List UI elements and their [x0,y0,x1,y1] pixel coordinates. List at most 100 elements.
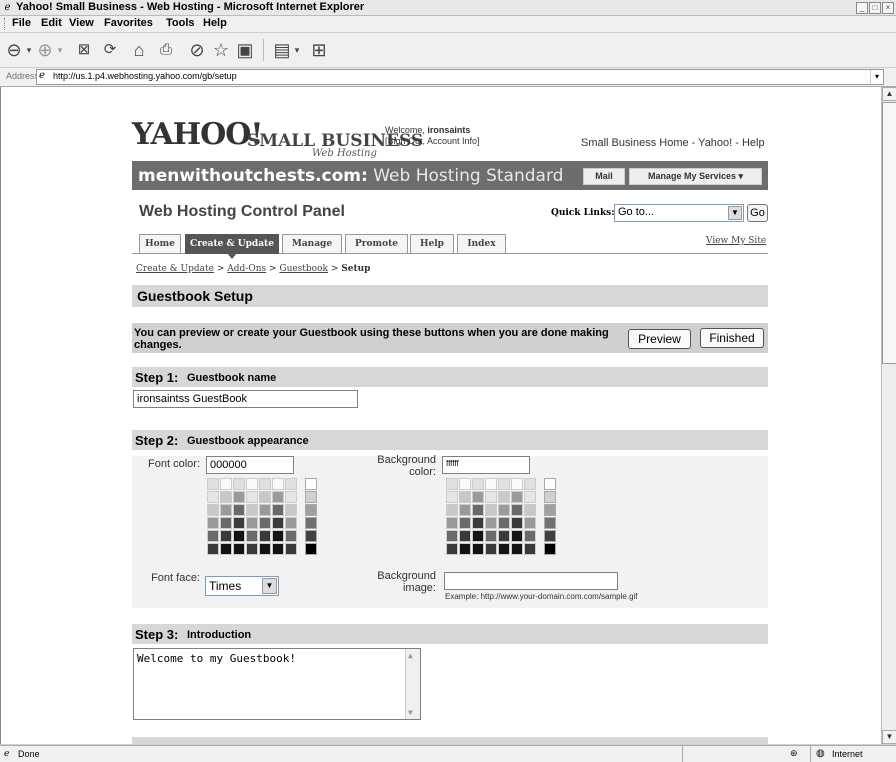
color-swatch[interactable] [207,530,219,542]
color-swatch[interactable] [272,478,284,490]
color-swatch[interactable] [259,504,271,516]
account-links[interactable]: [Sign Out, Account Info] [385,136,480,146]
finished-button[interactable]: Finished [700,328,764,348]
color-swatch[interactable] [511,517,523,529]
scroll-down-icon[interactable]: ▼ [882,730,896,744]
color-swatch[interactable] [207,504,219,516]
gray-swatch[interactable] [544,543,556,555]
color-swatch[interactable] [285,478,297,490]
color-swatch[interactable] [472,491,484,503]
breadcrumb-guestbook[interactable]: Guestbook [279,264,328,274]
manage-services-button[interactable]: Manage My Services ▾ [629,168,762,185]
color-swatch[interactable] [524,504,536,516]
color-swatch[interactable] [524,517,536,529]
menu-help[interactable]: Help [203,17,227,29]
color-swatch[interactable] [498,491,510,503]
color-swatch[interactable] [285,543,297,555]
gray-swatch[interactable] [305,517,317,529]
yahoo-logo[interactable]: YAHOO! [132,117,264,152]
color-swatch[interactable] [446,543,458,555]
color-swatch[interactable] [233,543,245,555]
color-swatch[interactable] [272,530,284,542]
forward-icon[interactable]: ⊕ [36,39,54,61]
color-swatch[interactable] [207,543,219,555]
scroll-thumb[interactable] [882,102,896,364]
color-swatch[interactable] [511,543,523,555]
color-swatch[interactable] [259,517,271,529]
color-swatch[interactable] [220,478,232,490]
background-color-palette[interactable] [446,478,556,555]
color-swatch[interactable] [524,478,536,490]
go-button[interactable]: Go [747,204,768,222]
color-swatch[interactable] [259,543,271,555]
menu-favorites[interactable]: Favorites [104,17,153,29]
color-swatch[interactable] [498,530,510,542]
color-swatch[interactable] [511,504,523,516]
view-my-site-link[interactable]: View My Site [706,236,766,246]
color-swatch[interactable] [233,504,245,516]
color-swatch[interactable] [485,504,497,516]
media-icon[interactable]: ▣ [234,39,256,61]
color-swatch[interactable] [246,504,258,516]
font-face-select[interactable]: Times ▼ [205,576,279,596]
color-swatch[interactable] [485,543,497,555]
gray-swatch[interactable] [544,530,556,542]
print-icon[interactable]: ▤ [272,39,292,61]
stop-icon[interactable]: ⊠ [74,39,94,61]
tab-promote[interactable]: Promote [345,234,408,254]
background-image-input[interactable] [444,572,618,590]
scroll-up-icon[interactable]: ▲ [882,87,896,101]
tab-home[interactable]: Home [139,234,181,254]
color-swatch[interactable] [472,478,484,490]
color-swatch[interactable] [220,491,232,503]
color-swatch[interactable] [511,491,523,503]
gray-swatch[interactable] [305,543,317,555]
top-links[interactable]: Small Business Home - Yahoo! - Help [581,137,765,149]
menu-file[interactable]: File [12,17,31,29]
quick-links-select[interactable]: Go to... ▼ [614,204,744,222]
color-swatch[interactable] [220,543,232,555]
color-swatch[interactable] [485,530,497,542]
color-swatch[interactable] [485,478,497,490]
color-swatch[interactable] [459,517,471,529]
color-swatch[interactable] [498,504,510,516]
color-swatch[interactable] [220,504,232,516]
gray-swatch[interactable] [305,504,317,516]
chevron-down-icon[interactable]: ▼ [728,206,742,220]
minimize-button[interactable]: _ [856,2,868,14]
address-url[interactable]: http://us.1.p4.webhosting.yahoo.com/gb/s… [53,71,237,81]
tab-index[interactable]: Index [457,234,506,254]
color-swatch[interactable] [498,517,510,529]
chevron-down-icon[interactable]: ▼ [262,578,277,594]
tab-help[interactable]: Help [410,234,454,254]
preview-button[interactable]: Preview [628,329,691,349]
color-swatch[interactable] [259,491,271,503]
forward-dropdown-icon[interactable]: ▾ [56,39,64,61]
color-swatch[interactable] [524,530,536,542]
color-swatch[interactable] [472,517,484,529]
color-swatch[interactable] [498,478,510,490]
color-swatch[interactable] [233,530,245,542]
color-swatch[interactable] [246,517,258,529]
color-swatch[interactable] [285,504,297,516]
gray-swatch[interactable] [544,504,556,516]
color-swatch[interactable] [498,543,510,555]
color-swatch[interactable] [459,543,471,555]
gray-swatch[interactable] [305,491,317,503]
color-swatch[interactable] [472,504,484,516]
color-swatch[interactable] [272,504,284,516]
color-swatch[interactable] [524,543,536,555]
color-swatch[interactable] [272,517,284,529]
close-button[interactable]: × [882,2,894,14]
back-icon[interactable]: ⊖ [5,39,23,61]
color-swatch[interactable] [285,491,297,503]
refresh-icon[interactable]: ⟳ [100,39,120,61]
color-swatch[interactable] [459,491,471,503]
gray-swatch[interactable] [305,530,317,542]
color-swatch[interactable] [524,491,536,503]
color-swatch[interactable] [220,517,232,529]
breadcrumb-add-ons[interactable]: Add-Ons [227,264,266,274]
maximize-button[interactable]: □ [869,2,881,14]
color-swatch[interactable] [246,491,258,503]
color-swatch[interactable] [459,504,471,516]
